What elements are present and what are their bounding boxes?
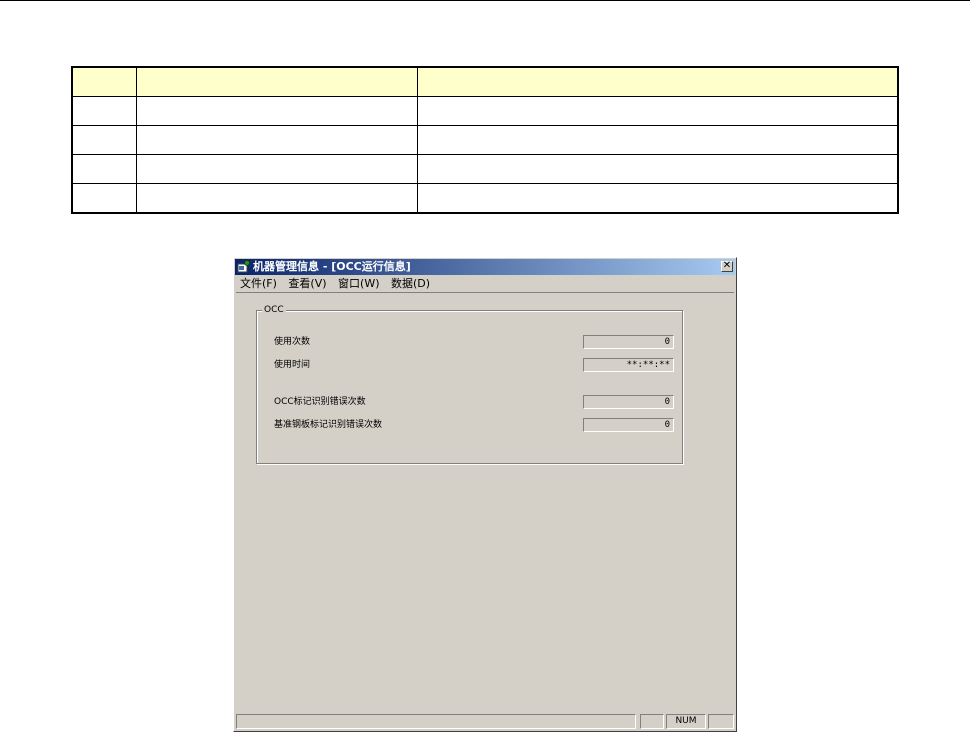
usage-count-field: 0	[583, 335, 674, 349]
usage-count-label: 使用次数	[274, 337, 311, 347]
menu-view[interactable]: 查看(V)	[288, 276, 326, 292]
status-num-indicator: NUM	[666, 714, 706, 729]
table-header-row	[71, 66, 899, 97]
ref-plate-error-field: 0	[583, 418, 674, 432]
groupbox-title: OCC	[262, 304, 286, 316]
client-area: OCC 使用次数 0 使用时间 **:**:** OCC标记识别错误次数 0 基…	[236, 292, 734, 712]
table-cell	[135, 154, 418, 184]
occ-groupbox: OCC 使用次数 0 使用时间 **:**:** OCC标记识别错误次数 0 基…	[256, 304, 683, 464]
table-header-cell	[416, 66, 899, 97]
title-bar[interactable]: 机器管理信息 - [OCC运行信息] ✕	[235, 259, 735, 275]
status-pane-extra	[708, 714, 734, 729]
usage-time-label: 使用时间	[274, 360, 311, 370]
table-row	[71, 96, 899, 126]
table-cell	[416, 183, 899, 214]
table-cell	[135, 96, 418, 126]
table-cell	[135, 183, 418, 214]
table-cell	[71, 183, 137, 214]
window-title: 机器管理信息 - [OCC运行信息]	[253, 260, 411, 273]
usage-time-field: **:**:**	[583, 358, 674, 372]
table-cell	[416, 125, 899, 155]
occ-mark-error-label: OCC标记识别错误次数	[274, 397, 366, 407]
table-cell	[71, 96, 137, 126]
table-row	[71, 154, 899, 184]
table-header-cell	[71, 66, 137, 97]
table-header-cell	[135, 66, 418, 97]
close-button[interactable]: ✕	[721, 261, 733, 272]
table-cell	[416, 96, 899, 126]
status-pane-indicator	[640, 714, 664, 729]
table-cell	[416, 154, 899, 184]
menu-window[interactable]: 窗口(W)	[338, 276, 379, 292]
table-cell	[71, 125, 137, 155]
occ-mark-error-field: 0	[583, 395, 674, 409]
ref-plate-error-label: 基准钢板标记识别错误次数	[274, 420, 383, 430]
menu-data[interactable]: 数据(D)	[391, 276, 430, 292]
app-window: 机器管理信息 - [OCC运行信息] ✕ 文件(F) 查看(V) 窗口(W) 数…	[233, 257, 737, 732]
status-bar: NUM	[236, 714, 734, 729]
app-icon	[237, 260, 250, 273]
menu-bar: 文件(F) 查看(V) 窗口(W) 数据(D)	[235, 276, 735, 292]
spec-table	[71, 66, 899, 214]
table-row	[71, 183, 899, 214]
table-cell	[71, 154, 137, 184]
status-message-pane	[236, 714, 636, 729]
table-row	[71, 125, 899, 155]
top-rule	[0, 0, 970, 1]
table-cell	[135, 125, 418, 155]
menu-file[interactable]: 文件(F)	[240, 276, 277, 292]
close-icon: ✕	[722, 260, 732, 271]
